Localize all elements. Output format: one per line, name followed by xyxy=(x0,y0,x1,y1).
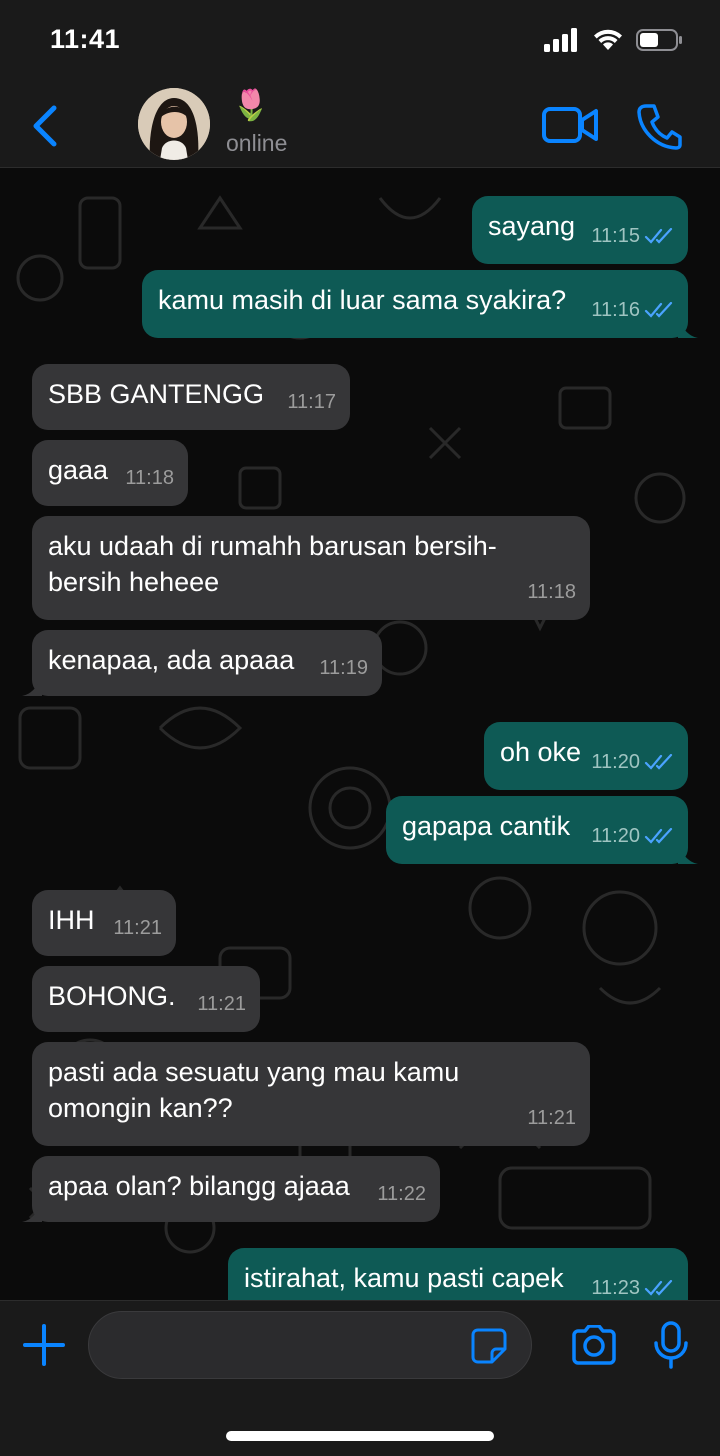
avatar[interactable] xyxy=(138,88,210,160)
double-check-icon xyxy=(644,828,673,844)
message-meta: 11:22 xyxy=(377,1176,426,1212)
message-time: 11:20 xyxy=(591,825,640,847)
back-chevron-icon[interactable] xyxy=(28,102,64,150)
message-time: 11:17 xyxy=(287,391,336,413)
message-meta: 11:21 xyxy=(527,1100,576,1136)
status-time: 11:41 xyxy=(50,24,121,54)
message-text: kenapaa, ada apaaa xyxy=(48,645,295,675)
message-time: 11:15 xyxy=(591,225,640,247)
message-time: 11:20 xyxy=(591,751,640,773)
phone-icon[interactable] xyxy=(636,102,682,150)
message-meta: 11:20 xyxy=(591,818,674,854)
message-bubble-incoming[interactable]: apaa olan? bilangg ajaaa 11:22 xyxy=(22,1156,440,1222)
message-bubble-incoming[interactable]: kenapaa, ada apaaa 11:19 xyxy=(22,630,382,696)
message-text: SBB GANTENGG xyxy=(48,379,265,409)
status-bar: 11:41 xyxy=(0,0,720,84)
message-meta: 11:20 xyxy=(591,744,674,780)
message-meta: 11:15 xyxy=(591,218,674,254)
plus-icon[interactable] xyxy=(22,1323,66,1367)
bubble-tail xyxy=(678,318,698,338)
message-text: sayang xyxy=(488,211,576,241)
message-text: IHH xyxy=(48,905,95,935)
message-meta: 11:16 xyxy=(591,292,674,328)
message-meta: 11:19 xyxy=(319,650,368,686)
message-meta: 11:18 xyxy=(527,574,576,610)
message-time: 11:21 xyxy=(113,917,162,939)
message-input-bar xyxy=(0,1300,720,1456)
message-meta: 11:23 xyxy=(591,1270,674,1300)
microphone-icon[interactable] xyxy=(652,1321,690,1369)
bubble-tail xyxy=(22,1202,42,1222)
message-time: 11:18 xyxy=(527,581,576,603)
message-bubble-outgoing[interactable]: kamu masih di luar sama syakira? 11:16 xyxy=(142,270,698,338)
signal-icon xyxy=(544,28,577,52)
message-time: 11:18 xyxy=(125,467,174,489)
message-bubble-outgoing[interactable]: sayang 11:15 xyxy=(472,196,688,264)
message-bubble-outgoing[interactable]: gapapa cantik 11:20 xyxy=(386,796,698,864)
message-bubble-incoming[interactable]: pasti ada sesuatu yang mau kamu omongin … xyxy=(32,1042,590,1146)
message-bubble-outgoing[interactable]: oh oke 11:20 xyxy=(484,722,688,790)
message-time: 11:21 xyxy=(197,993,246,1015)
chat-area[interactable]: sayang 11:15 kamu masih di luar sama sya… xyxy=(0,168,720,1300)
contact-status: online xyxy=(226,130,288,156)
wifi-icon xyxy=(594,29,622,50)
status-icons xyxy=(544,28,684,52)
double-check-icon xyxy=(644,228,673,244)
message-input[interactable] xyxy=(88,1311,532,1379)
double-check-icon xyxy=(644,302,673,318)
message-meta: 11:18 xyxy=(125,460,174,496)
message-text: kamu masih di luar sama syakira? xyxy=(158,285,567,315)
message-time: 11:16 xyxy=(591,299,640,321)
home-indicator xyxy=(226,1431,494,1441)
message-bubble-incoming[interactable]: IHH 11:21 xyxy=(32,890,176,956)
message-text: BOHONG. xyxy=(48,981,176,1011)
message-bubble-incoming[interactable]: BOHONG. 11:21 xyxy=(32,966,260,1032)
message-text: istirahat, kamu pasti capek xyxy=(244,1263,564,1293)
video-call-icon[interactable] xyxy=(542,104,598,146)
message-text: gaaa xyxy=(48,455,109,485)
message-meta: 11:21 xyxy=(113,910,162,946)
message-bubble-incoming[interactable]: aku udaah di rumahh barusan bersih-bersi… xyxy=(32,516,590,620)
avatar-image xyxy=(138,88,210,160)
message-meta: 11:21 xyxy=(197,986,246,1022)
message-text: gapapa cantik xyxy=(402,811,571,841)
sticker-icon[interactable] xyxy=(470,1327,508,1365)
chat-header: 🌷 online xyxy=(0,84,720,168)
message-bubble-outgoing[interactable]: istirahat, kamu pasti capek 11:23 xyxy=(228,1248,688,1300)
battery-icon xyxy=(636,29,682,51)
message-text: apaa olan? bilangg ajaaa xyxy=(48,1171,350,1201)
contact-name[interactable]: 🌷 xyxy=(232,88,269,124)
message-text: oh oke xyxy=(500,737,582,767)
double-check-icon xyxy=(644,754,673,770)
message-time: 11:21 xyxy=(527,1107,576,1129)
camera-icon[interactable] xyxy=(570,1325,618,1365)
message-bubble-incoming[interactable]: SBB GANTENGG 11:17 xyxy=(32,364,350,430)
message-meta: 11:17 xyxy=(287,384,336,420)
message-text: aku udaah di rumahh barusan bersih-bersi… xyxy=(48,531,497,597)
message-text: pasti ada sesuatu yang mau kamu omongin … xyxy=(48,1057,460,1123)
message-time: 11:23 xyxy=(591,1277,640,1299)
message-time: 11:19 xyxy=(319,657,368,679)
double-check-icon xyxy=(644,1280,673,1296)
message-time: 11:22 xyxy=(377,1183,426,1205)
bubble-tail xyxy=(22,676,42,696)
bubble-tail xyxy=(678,844,698,864)
message-bubble-incoming[interactable]: gaaa 11:18 xyxy=(32,440,188,506)
